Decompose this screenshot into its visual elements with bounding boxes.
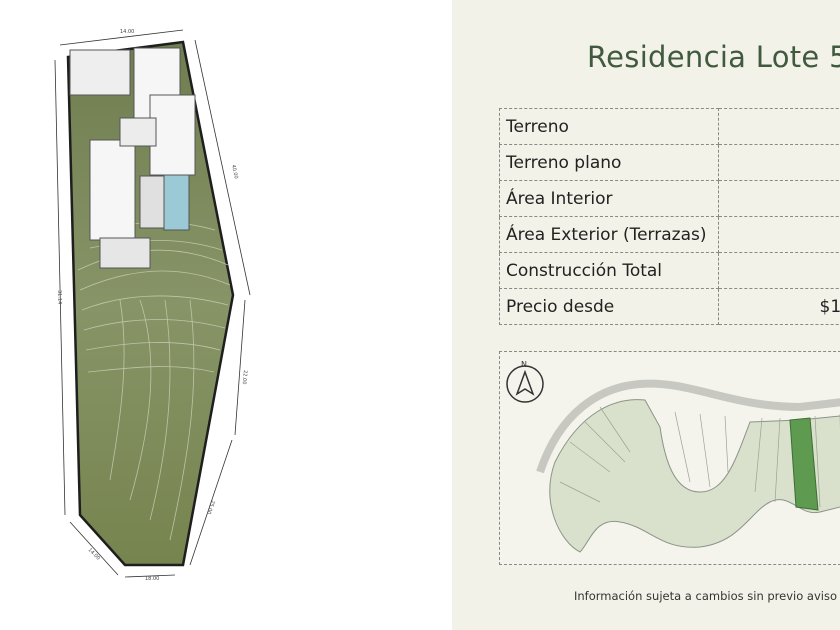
dim-label-right-upper: 40.00 bbox=[230, 164, 239, 179]
main-house bbox=[89, 139, 136, 241]
disclaimer-text: Información sujeta a cambios sin previo … bbox=[574, 589, 838, 603]
table-row: Construcción Total bbox=[498, 252, 840, 289]
compass-icon: N bbox=[506, 360, 544, 403]
dim-label-bottom-left: 14.00 bbox=[87, 547, 101, 561]
patio bbox=[119, 117, 157, 147]
sheet-title: Residencia Lote 5 bbox=[587, 40, 840, 74]
row-label: Construcción Total bbox=[498, 252, 720, 289]
location-map: N bbox=[499, 351, 840, 565]
dim-label-top: 14.00 bbox=[120, 29, 134, 35]
spec-table: Terreno Terreno plano Área Interior Área… bbox=[498, 108, 840, 325]
row-value: $12 bbox=[718, 288, 840, 325]
table-row: Terreno plano bbox=[498, 144, 840, 181]
lot-location-map: N bbox=[506, 360, 840, 553]
table-row: Área Interior bbox=[498, 180, 840, 217]
row-label: Terreno bbox=[498, 108, 720, 145]
dim-label-right-mid: 22.00 bbox=[241, 370, 248, 385]
row-label: Precio desde bbox=[498, 288, 720, 325]
row-label: Área Exterior (Terrazas) bbox=[498, 216, 720, 253]
spec-sheet-panel: Residencia Lote 5 Terreno Terreno plano … bbox=[452, 0, 840, 630]
terrace bbox=[139, 175, 167, 229]
garage bbox=[69, 49, 131, 96]
pool bbox=[163, 174, 190, 231]
dim-label-left: 31.14 bbox=[56, 290, 62, 305]
row-label: Área Interior bbox=[498, 180, 720, 217]
table-row: Área Exterior (Terrazas) bbox=[498, 216, 840, 253]
table-row: Terreno bbox=[498, 108, 840, 145]
row-value bbox=[718, 216, 840, 253]
deck bbox=[99, 237, 151, 269]
dim-label-right-lower: 25.00 bbox=[205, 499, 216, 515]
row-value bbox=[718, 108, 840, 145]
site-plan-drawing: 14.00 40.00 22.00 31.14 25.00 18.00 14.0… bbox=[54, 29, 251, 582]
row-value bbox=[718, 252, 840, 289]
site-plan-panel: 14.00 40.00 22.00 31.14 25.00 18.00 14.0… bbox=[0, 0, 452, 630]
dim-label-bottom: 18.00 bbox=[145, 576, 159, 582]
row-label: Terreno plano bbox=[498, 144, 720, 181]
table-row: Precio desde $12 bbox=[498, 288, 840, 325]
row-value bbox=[718, 180, 840, 217]
side-wing bbox=[149, 94, 196, 176]
compass-north-label: N bbox=[521, 360, 527, 369]
row-value bbox=[718, 144, 840, 181]
